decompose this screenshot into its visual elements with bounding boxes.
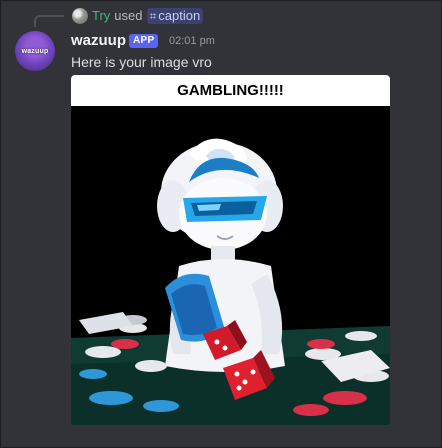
avatar-logo: wazuup bbox=[21, 47, 49, 55]
invoker-avatar[interactable] bbox=[72, 8, 88, 24]
author-name[interactable]: wazuup bbox=[71, 32, 126, 50]
image-caption: GAMBLING!!!!! bbox=[71, 75, 390, 106]
slash-command-icon: ⌗ bbox=[149, 9, 157, 23]
image-attachment[interactable]: GAMBLING!!!!! bbox=[71, 75, 390, 425]
invoker-name[interactable]: Try bbox=[92, 8, 110, 24]
interaction-verb: used bbox=[114, 8, 143, 23]
reply-spine bbox=[34, 15, 64, 27]
command-pill[interactable]: ⌗ caption bbox=[146, 8, 204, 24]
gambling-character-image bbox=[71, 106, 390, 425]
message-content: Here is your image vro bbox=[71, 54, 212, 70]
command-name: caption bbox=[158, 8, 201, 23]
interaction-line: Try used ⌗ caption bbox=[92, 8, 204, 24]
author-avatar[interactable]: wazuup bbox=[15, 31, 55, 71]
app-badge: APP bbox=[129, 34, 159, 48]
message-timestamp[interactable]: 02:01 pm bbox=[169, 34, 215, 48]
